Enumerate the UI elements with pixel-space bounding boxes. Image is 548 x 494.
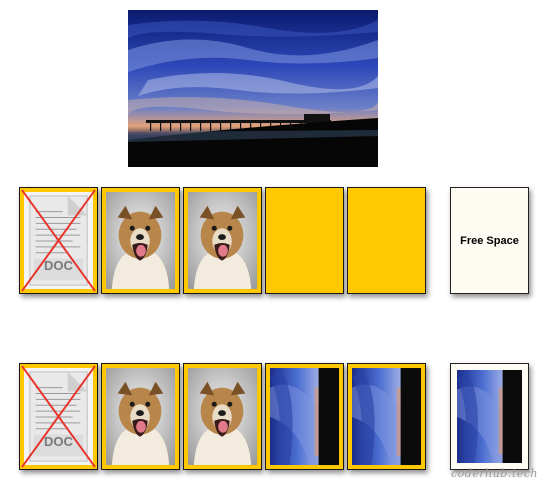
row2-slot-3-dog-photo[interactable] <box>183 363 262 470</box>
row1-slot-3-dog-photo[interactable] <box>183 187 262 294</box>
row2-slot-1-excluded-doc[interactable]: DOC <box>19 363 98 470</box>
exclude-x-icon <box>21 189 96 292</box>
row1-slot-1-excluded-doc[interactable]: DOC <box>19 187 98 294</box>
hero-sky-pier-image <box>128 10 378 167</box>
sky-photo-thumbnail <box>270 368 339 465</box>
row1-free-space-slot[interactable]: Free Space <box>450 187 529 294</box>
row2-slot-4-sky-photo[interactable] <box>265 363 344 470</box>
dog-photo-thumbnail <box>106 192 175 289</box>
row2-free-space-slot-sky-photo[interactable] <box>450 363 529 470</box>
row1-slot-2-dog-photo[interactable] <box>101 187 180 294</box>
dog-photo-thumbnail <box>106 368 175 465</box>
free-space-label: Free Space <box>460 235 519 247</box>
row1-slot-4-empty[interactable] <box>265 187 344 294</box>
row2-slot-2-dog-photo[interactable] <box>101 363 180 470</box>
watermark-text: coderhub.tech <box>451 467 538 480</box>
dog-photo-thumbnail <box>188 192 257 289</box>
sky-photo-thumbnail <box>352 368 421 465</box>
row2-slot-5-sky-photo[interactable] <box>347 363 426 470</box>
row1-slot-5-empty[interactable] <box>347 187 426 294</box>
sky-photo-thumbnail <box>457 370 522 463</box>
exclude-x-icon <box>21 365 96 468</box>
dog-photo-thumbnail <box>188 368 257 465</box>
